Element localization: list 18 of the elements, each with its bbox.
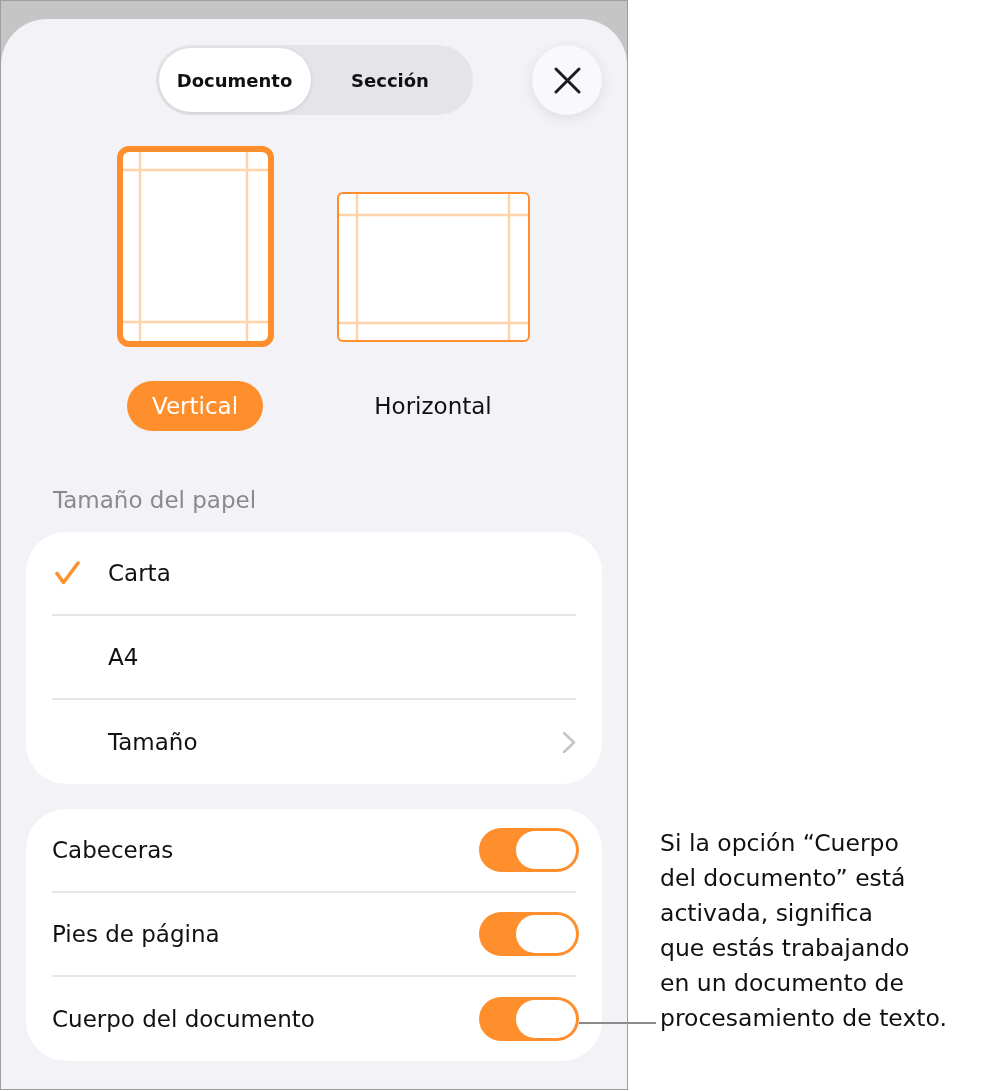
paper-size-option[interactable]: A4 [52,616,576,700]
toggle-switch[interactable] [479,912,579,956]
callout-text: Si la opción “Cuerpo del documento” está activada, significa que estás trabajando en un documento de procesamiento de texto. [660,828,947,1034]
toggle-switch[interactable] [479,997,579,1041]
portrait-page-icon[interactable] [116,146,274,347]
chevron-right-icon [562,730,576,754]
paper-size-option[interactable]: Carta [52,532,576,616]
landscape-page-icon[interactable] [336,192,530,342]
close-icon [553,66,581,94]
toggle-label: Cuerpo del documento [52,1006,315,1032]
segment-tab[interactable]: Documento [158,48,311,112]
toggle-label: Pies de página [52,921,220,947]
toggle-switch[interactable] [479,828,579,872]
section-heading: Tamaño del papel [52,486,257,515]
paper-size-option[interactable]: Tamaño [52,700,576,784]
toggle-label: Cabeceras [52,837,174,863]
orientation-option[interactable]: Horizontal [349,381,517,431]
segment-tab[interactable]: Sección [310,48,470,112]
